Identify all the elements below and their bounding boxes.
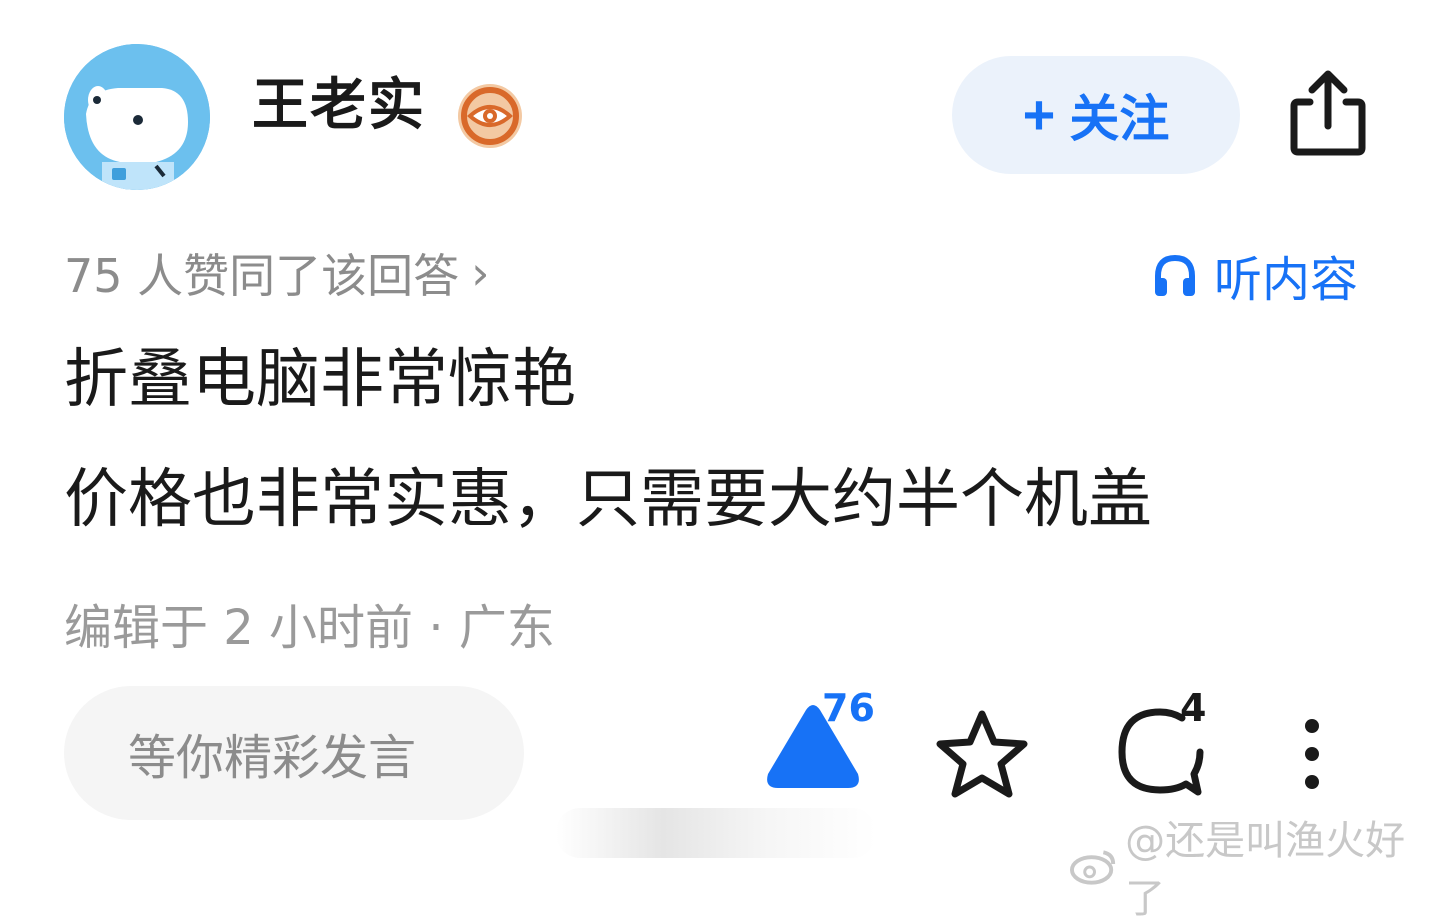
favorite-button[interactable]	[934, 708, 1030, 800]
share-icon	[1290, 70, 1366, 156]
follow-button[interactable]: + 关注	[952, 56, 1240, 174]
follow-label: 关注	[1069, 91, 1170, 147]
home-indicator-smudge	[556, 808, 876, 858]
eye-badge-icon[interactable]	[456, 82, 524, 150]
star-icon	[936, 710, 1028, 798]
answer-text-line: 价格也非常实惠，只需要大约半个机盖	[64, 463, 1152, 537]
author-name[interactable]: 王老实	[252, 78, 426, 134]
comment-count: 4	[1180, 686, 1207, 730]
watermark-text: @还是叫渔火好了	[1125, 818, 1406, 922]
more-vertical-icon	[1305, 719, 1319, 789]
listen-label: 听内容	[1214, 252, 1359, 308]
comment-placeholder: 等你精彩发言	[128, 730, 417, 786]
watermark: @还是叫渔火好了	[1070, 808, 1439, 924]
answer-text-line: 折叠电脑非常惊艳	[64, 343, 576, 417]
upvote-count: 76	[822, 686, 875, 730]
more-button[interactable]	[1296, 716, 1328, 792]
avatar[interactable]	[64, 44, 210, 190]
chevron-right-icon: ›	[471, 246, 490, 300]
headphones-icon	[1155, 254, 1195, 296]
comment-input[interactable]: 等你精彩发言	[64, 686, 524, 820]
upvote-summary-link[interactable]: 75 人赞同了该回答 ›	[64, 240, 490, 306]
plus-icon: +	[1022, 83, 1056, 146]
edit-meta: 编辑于 2 小时前 · 广东	[64, 600, 555, 656]
share-button[interactable]	[1290, 68, 1366, 156]
dog-astronaut-avatar-icon	[64, 44, 210, 190]
weibo-logo-icon	[1070, 850, 1116, 885]
listen-button[interactable]: 听内容	[1152, 240, 1358, 310]
upvote-summary-text: 75 人赞同了该回答	[64, 249, 460, 303]
